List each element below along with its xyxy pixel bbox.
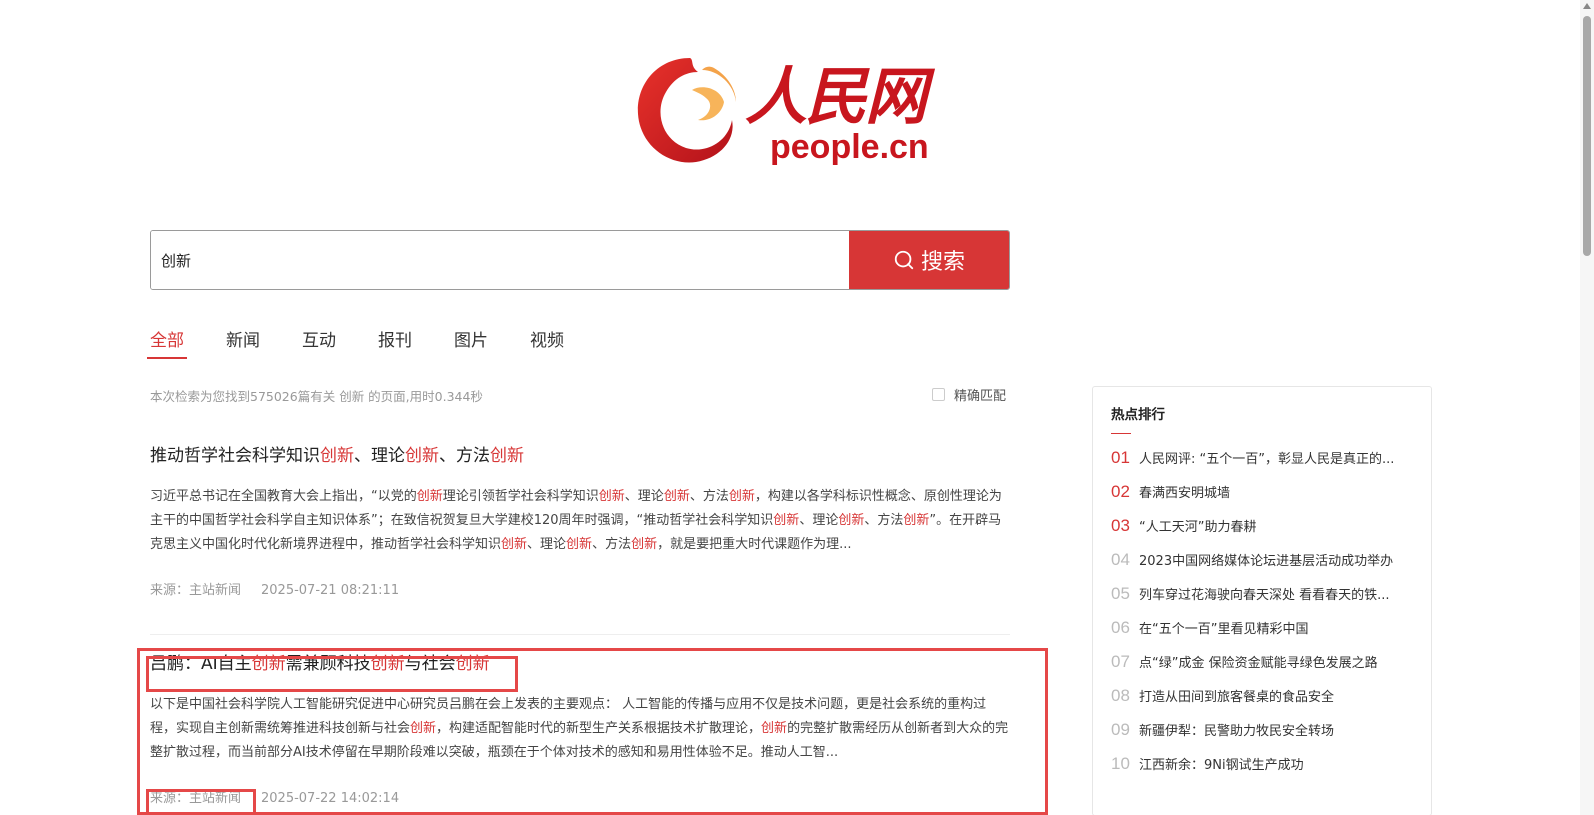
hot-item[interactable]: 03 “人工天河”助力春耕 xyxy=(1111,516,1413,550)
hot-item-text: 江西新余：9Ni钢试生产成功 xyxy=(1139,758,1304,773)
exact-match-checkbox[interactable] xyxy=(932,388,945,401)
tab-news[interactable]: 新闻 xyxy=(226,326,260,359)
search-input[interactable] xyxy=(151,231,849,289)
snippet-text: 、理论 xyxy=(527,537,567,552)
tab-newspaper[interactable]: 报刊 xyxy=(378,326,412,359)
title-highlight: 创新 xyxy=(405,446,439,466)
hot-item[interactable]: 08 打造从田间到旅客餐桌的食品安全 xyxy=(1111,686,1413,720)
search-bar: 搜索 xyxy=(150,230,1010,290)
title-underline xyxy=(1111,433,1131,434)
hot-rank: 04 xyxy=(1111,550,1130,569)
hot-rank: 03 xyxy=(1111,516,1130,535)
hot-item-text: “人工天河”助力春耕 xyxy=(1139,520,1257,535)
hot-item-text: 点“绿”成金 保险资金赋能寻绿色发展之路 xyxy=(1139,656,1378,671)
snippet-text: 、方法 xyxy=(592,537,632,552)
tab-interaction[interactable]: 互动 xyxy=(302,326,336,359)
title-text: 、方法 xyxy=(439,446,490,466)
snippet-text: 、方法 xyxy=(864,513,904,528)
hot-rank: 09 xyxy=(1111,720,1130,739)
tab-all[interactable]: 全部 xyxy=(147,326,187,359)
hot-item-text: 列车穿过花海驶向春天深处 看看春天的铁... xyxy=(1139,588,1390,603)
hot-rank: 08 xyxy=(1111,686,1130,705)
logo-english-text: people.cn xyxy=(770,128,929,166)
snippet-text: 、理论 xyxy=(799,513,839,528)
tab-video[interactable]: 视频 xyxy=(530,326,564,359)
hot-item-text: 2023中国网络媒体论坛进基层活动成功举办 xyxy=(1139,554,1394,569)
result-summary: 本次检索为您找到575026篇有关 创新 的页面,用时0.344秒 xyxy=(150,389,483,404)
search-page: 人民网 people.cn 搜索 全部 新闻 互动 报刊 图片 视频 本次检索为… xyxy=(0,0,1594,815)
highlight-box-title xyxy=(146,656,518,692)
logo-emblem-icon xyxy=(637,58,736,163)
hot-item-text: 打造从田间到旅客餐桌的食品安全 xyxy=(1139,690,1335,705)
result-divider xyxy=(150,634,1010,635)
scrollbar-thumb[interactable] xyxy=(1583,16,1591,256)
snippet-highlight: 创新 xyxy=(838,513,865,528)
snippet-highlight: 创新 xyxy=(416,489,443,504)
result-title-link[interactable]: 推动哲学社会科学知识创新、理论创新、方法创新 xyxy=(150,443,1010,469)
hot-item-text: 春满西安明城墙 xyxy=(1139,486,1231,501)
hot-item-text: 人民网评: “五个一百”，彰显人民是真正的... xyxy=(1139,452,1395,467)
hot-item[interactable]: 06 在“五个一百”里看见精彩中国 xyxy=(1111,618,1413,652)
hot-rank: 07 xyxy=(1111,652,1130,671)
scroll-up-arrow-icon[interactable] xyxy=(1583,3,1591,9)
highlight-box-source xyxy=(146,789,256,815)
snippet-highlight: 创新 xyxy=(501,537,528,552)
result-snippet: 习近平总书记在全国教育大会上指出，“以党的创新理论引领哲学社会科学知识创新、理论… xyxy=(150,485,1010,557)
snippet-highlight: 创新 xyxy=(566,537,593,552)
snippet-highlight: 创新 xyxy=(598,489,625,504)
category-tabs: 全部 新闻 互动 报刊 图片 视频 xyxy=(147,326,606,359)
hot-item-text: 在“五个一百”里看见精彩中国 xyxy=(1139,622,1309,637)
title-highlight: 创新 xyxy=(320,446,354,466)
tab-pictures[interactable]: 图片 xyxy=(454,326,488,359)
snippet-text: ，就是要把重大时代课题作为理... xyxy=(657,537,852,552)
snippet-highlight: 创新 xyxy=(631,537,658,552)
hot-item[interactable]: 07 点“绿”成金 保险资金赋能寻绿色发展之路 xyxy=(1111,652,1413,686)
snippet-text: 、理论 xyxy=(624,489,664,504)
hot-item[interactable]: 10 江西新余：9Ni钢试生产成功 xyxy=(1111,754,1413,788)
snippet-highlight: 创新 xyxy=(773,513,800,528)
snippet-text: 习近平总书记在全国教育大会上指出，“以党的 xyxy=(150,489,417,504)
hot-item[interactable]: 09 新疆伊犁：民警助力牧民安全转场 xyxy=(1111,720,1413,754)
hot-item[interactable]: 02 春满西安明城墙 xyxy=(1111,482,1413,516)
title-text: 推动哲学社会科学知识 xyxy=(150,446,320,466)
hot-rank: 02 xyxy=(1111,482,1130,501)
title-highlight: 创新 xyxy=(490,446,524,466)
logo-chinese-text: 人民网 xyxy=(745,60,927,133)
search-button[interactable]: 搜索 xyxy=(849,231,1009,289)
snippet-text: 、方法 xyxy=(689,489,729,504)
result-meta: 来源：主站新闻 2025-07-21 08:21:11 xyxy=(150,579,1010,598)
hot-ranking-title: 热点排行 xyxy=(1111,407,1165,423)
hot-ranking-panel: 热点排行 01 人民网评: “五个一百”，彰显人民是真正的... 02 春满西安明城… xyxy=(1092,386,1432,815)
hot-item[interactable]: 05 列车穿过花海驶向春天深处 看看春天的铁... xyxy=(1111,584,1413,618)
snippet-highlight: 创新 xyxy=(728,489,755,504)
result-date: 2025-07-21 08:21:11 xyxy=(261,583,400,598)
snippet-highlight: 创新 xyxy=(903,513,930,528)
hot-item-text: 新疆伊犁：民警助力牧民安全转场 xyxy=(1139,724,1335,739)
snippet-text: 理论引领哲学社会科学知识 xyxy=(442,489,599,504)
search-icon xyxy=(894,250,914,270)
search-button-label: 搜索 xyxy=(920,250,965,275)
search-result: 推动哲学社会科学知识创新、理论创新、方法创新 习近平总书记在全国教育大会上指出，… xyxy=(150,443,1010,598)
snippet-highlight: 创新 xyxy=(663,489,690,504)
vertical-scrollbar[interactable] xyxy=(1580,0,1594,815)
title-text: 、理论 xyxy=(354,446,405,466)
hot-item[interactable]: 01 人民网评: “五个一百”，彰显人民是真正的... xyxy=(1111,448,1413,482)
hot-rank: 01 xyxy=(1111,448,1130,467)
hot-rank: 06 xyxy=(1111,618,1130,637)
hot-item[interactable]: 04 2023中国网络媒体论坛进基层活动成功举办 xyxy=(1111,550,1413,584)
hot-rank: 05 xyxy=(1111,584,1130,603)
exact-match-toggle[interactable]: 精确匹配 xyxy=(932,385,1006,404)
exact-match-label: 精确匹配 xyxy=(954,389,1007,404)
result-source: 来源：主站新闻 xyxy=(150,583,242,598)
people-cn-logo[interactable]: 人民网 people.cn xyxy=(632,44,952,174)
hot-rank: 10 xyxy=(1111,754,1130,773)
